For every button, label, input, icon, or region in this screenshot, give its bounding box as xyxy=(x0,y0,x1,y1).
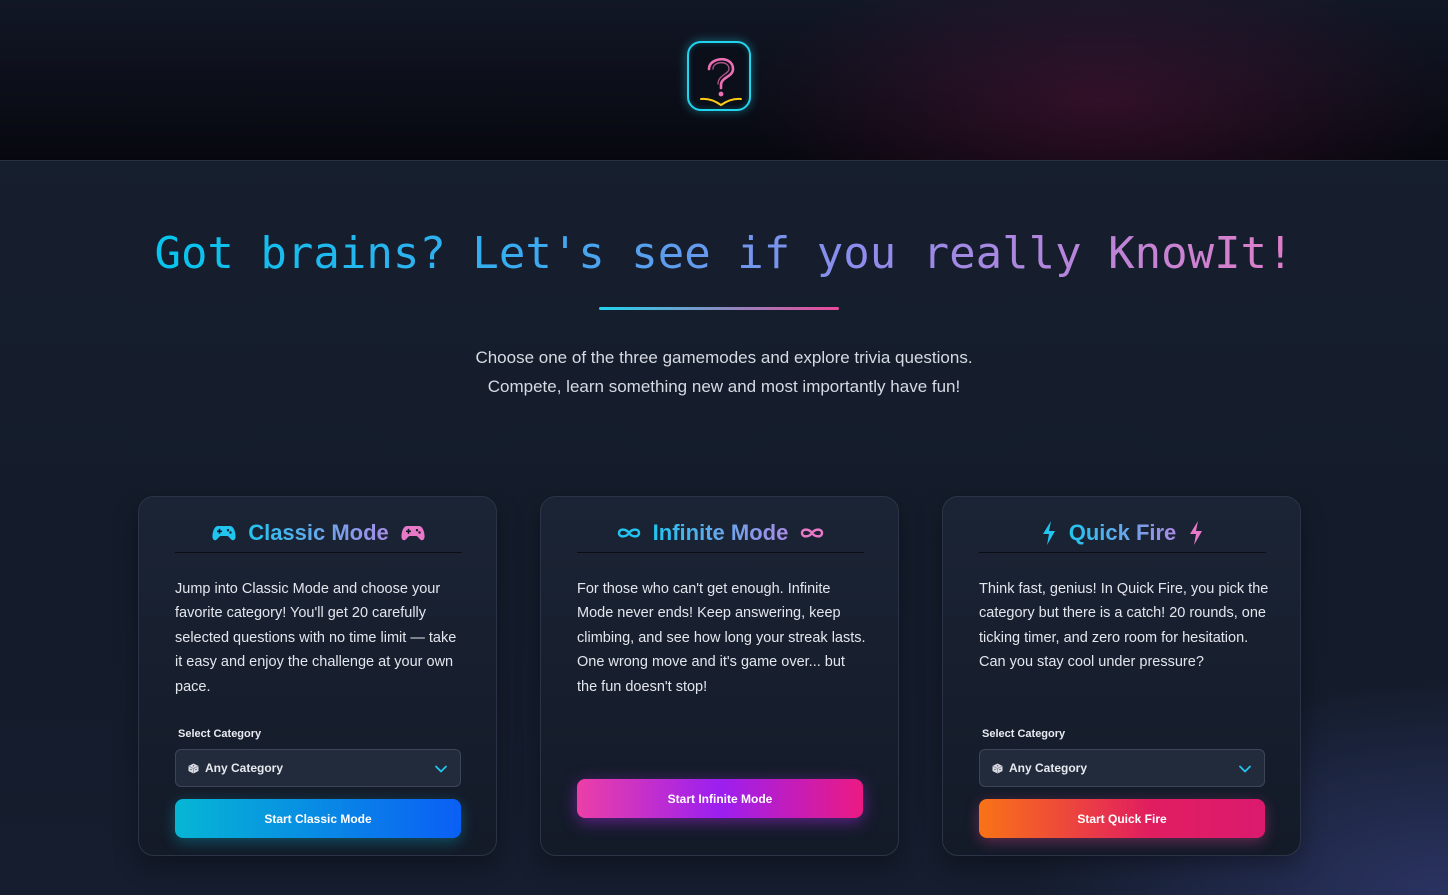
select-category-label: Select Category xyxy=(982,728,1066,740)
knowit-logo[interactable] xyxy=(687,41,751,111)
quick-fire-description: Think fast, genius! In Quick Fire, you p… xyxy=(979,581,1269,671)
infinite-mode-card: Infinite Mode For those who can't get en… xyxy=(540,496,899,856)
card-title-text: Classic Mode xyxy=(248,519,389,545)
classic-mode-card: Classic Mode Jump into Classic Mode and … xyxy=(138,496,497,856)
quick-fire-card: Quick Fire Think fast, genius! In Quick … xyxy=(942,496,1301,856)
chevron-down-icon xyxy=(435,765,447,773)
select-value: Any Category xyxy=(205,761,284,775)
dice-icon xyxy=(188,763,199,773)
gamepad-icon xyxy=(212,525,236,540)
question-book-icon xyxy=(700,57,742,107)
start-classic-mode-button[interactable]: Start Classic Mode xyxy=(175,799,461,838)
lightning-icon xyxy=(1042,520,1055,545)
page-headline: Got brains? Let's see if you really Know… xyxy=(154,228,1294,279)
gamepad-icon xyxy=(401,525,425,540)
infinite-mode-title: Infinite Mode xyxy=(577,513,864,553)
quick-fire-title: Quick Fire xyxy=(979,513,1266,553)
lightning-icon xyxy=(1190,520,1203,545)
select-value: Any Category xyxy=(1009,761,1088,775)
select-category-label: Select Category xyxy=(178,728,262,740)
chevron-down-icon xyxy=(1239,765,1251,773)
card-title-text: Quick Fire xyxy=(1068,519,1177,545)
intro-line-2: Compete, learn something new and most im… xyxy=(487,377,961,396)
start-infinite-mode-button[interactable]: Start Infinite Mode xyxy=(577,779,863,818)
classic-mode-title: Classic Mode xyxy=(175,513,462,553)
intro-text: Choose one of the three gamemodes and ex… xyxy=(0,343,1448,401)
infinity-icon xyxy=(801,527,824,538)
card-title-text: Infinite Mode xyxy=(652,519,789,545)
top-header xyxy=(0,0,1448,161)
headline-underline xyxy=(599,307,839,310)
dice-icon xyxy=(992,763,1003,773)
infinite-mode-description: For those who can't get enough. Infinite… xyxy=(577,581,866,695)
start-quick-fire-button[interactable]: Start Quick Fire xyxy=(979,799,1265,838)
intro-line-1: Choose one of the three gamemodes and ex… xyxy=(475,348,973,367)
classic-category-select[interactable]: Any Category xyxy=(175,749,461,787)
classic-mode-description: Jump into Classic Mode and choose your f… xyxy=(175,581,457,695)
quick-fire-category-select[interactable]: Any Category xyxy=(979,749,1265,787)
infinity-icon xyxy=(617,527,640,538)
